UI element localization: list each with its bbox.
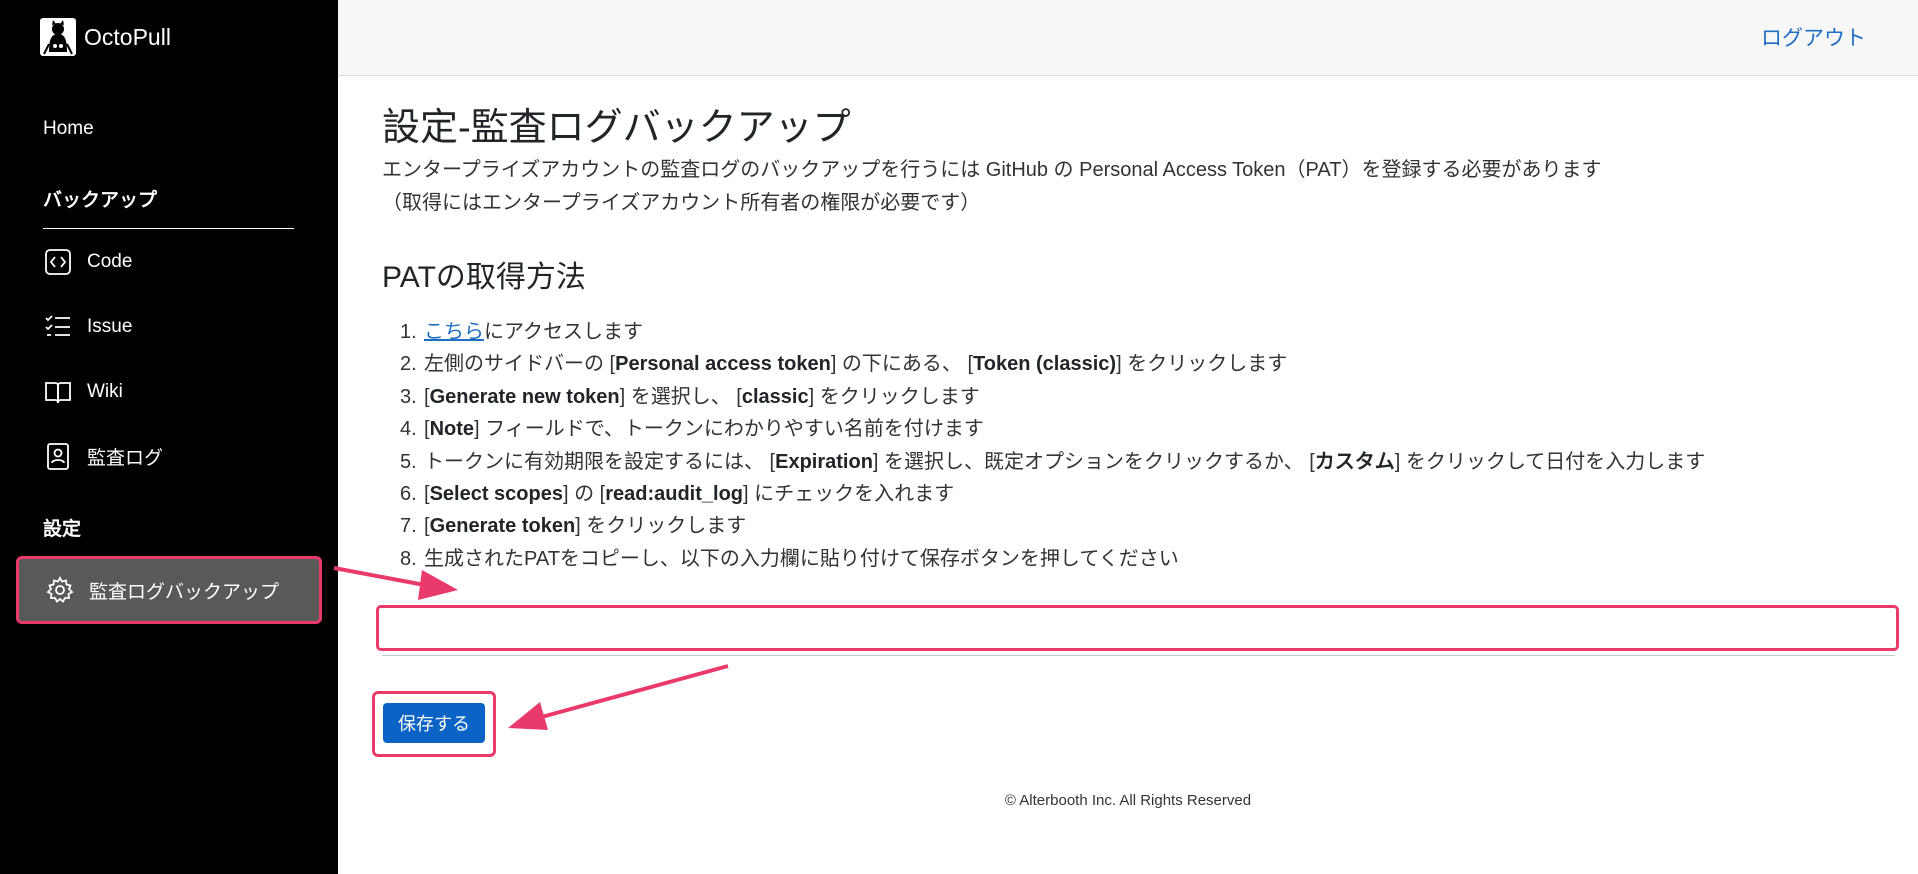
list-item: 5. トークンに有効期限を設定するには、 [Expiration] を選択し、既定… — [400, 450, 1706, 473]
intro-line-2: （取得にはエンタープライズアカウント所有者の権限が必要です） — [382, 192, 981, 214]
section-heading-pat: PATの取得方法 — [382, 261, 586, 294]
list-item: 1. こちらにアクセスします — [400, 321, 643, 343]
top-bar: ログアウト — [338, 0, 1918, 76]
sidebar: OctoPull Home バックアップ Code Issue Wiki 監査ロ… — [0, 0, 338, 874]
section-title-backup: バックアップ — [43, 190, 158, 211]
intro-line-1: エンタープライズアカウントの監査ログのバックアップを行うには GitHub の … — [382, 159, 1602, 181]
list-item: 7. [Generate token] をクリックします — [400, 515, 747, 538]
brand[interactable]: OctoPull — [40, 18, 171, 56]
input-underline — [382, 655, 1895, 656]
id-card-icon — [47, 443, 69, 470]
book-icon — [45, 382, 71, 404]
steps-list: 1. こちらにアクセスします 2. 左側のサイドバーの [Personal acce… — [382, 316, 1705, 575]
sidebar-item-label: Issue — [87, 316, 133, 337]
list-item: 6. [Select scopes] の [read:audit_log] にチェ… — [400, 483, 955, 506]
sidebar-item-label: 監査ログ — [87, 447, 164, 469]
sidebar-item-audit-log-backup[interactable]: 監査ログバックアップ — [16, 556, 322, 624]
app-name: OctoPull — [84, 23, 171, 50]
save-button-highlight: 保存する — [372, 691, 496, 757]
sidebar-item-wiki[interactable]: Wiki — [43, 372, 123, 412]
github-settings-link[interactable]: こちら — [424, 321, 484, 343]
section-title-settings: 設定 — [43, 519, 82, 540]
list-item: 4. [Note] フィールドで、トークンにわかりやすい名前を付けます — [400, 418, 984, 441]
list-item: 8. 生成されたPATをコピーし、以下の入力欄に貼り付けて保存ボタンを押してくださ… — [400, 547, 1179, 570]
gear-icon — [46, 576, 74, 603]
sidebar-item-label: Code — [87, 251, 133, 272]
sidebar-item-label: 監査ログバックアップ — [89, 581, 280, 603]
sidebar-item-code[interactable]: Code — [43, 242, 132, 282]
sidebar-item-home[interactable]: Home — [43, 118, 94, 140]
logout-link[interactable]: ログアウト — [1761, 22, 1866, 52]
sidebar-item-issue[interactable]: Issue — [43, 307, 132, 347]
code-icon — [45, 249, 71, 275]
list-item: 2. 左側のサイドバーの [Personal access token] の下にあ… — [400, 353, 1288, 376]
checklist-icon — [45, 315, 70, 336]
pat-input[interactable] — [376, 605, 1899, 651]
save-button[interactable]: 保存する — [383, 703, 485, 743]
list-item: 3. [Generate new token] を選択し、 [classic] を… — [400, 385, 980, 408]
arrow-to-save-button — [508, 664, 729, 730]
intro-text: エンタープライズアカウントの監査ログのバックアップを行うには GitHub の … — [382, 154, 1601, 220]
sidebar-item-label: Wiki — [87, 381, 123, 402]
section-divider — [43, 228, 294, 229]
sidebar-item-audit-log[interactable]: 監査ログ — [43, 436, 163, 476]
page-title: 設定-監査ログバックアップ — [382, 107, 851, 149]
footer-copyright: © Alterbooth Inc. All Rights Reserved — [1004, 792, 1252, 809]
octocat-logo-icon — [40, 18, 76, 56]
